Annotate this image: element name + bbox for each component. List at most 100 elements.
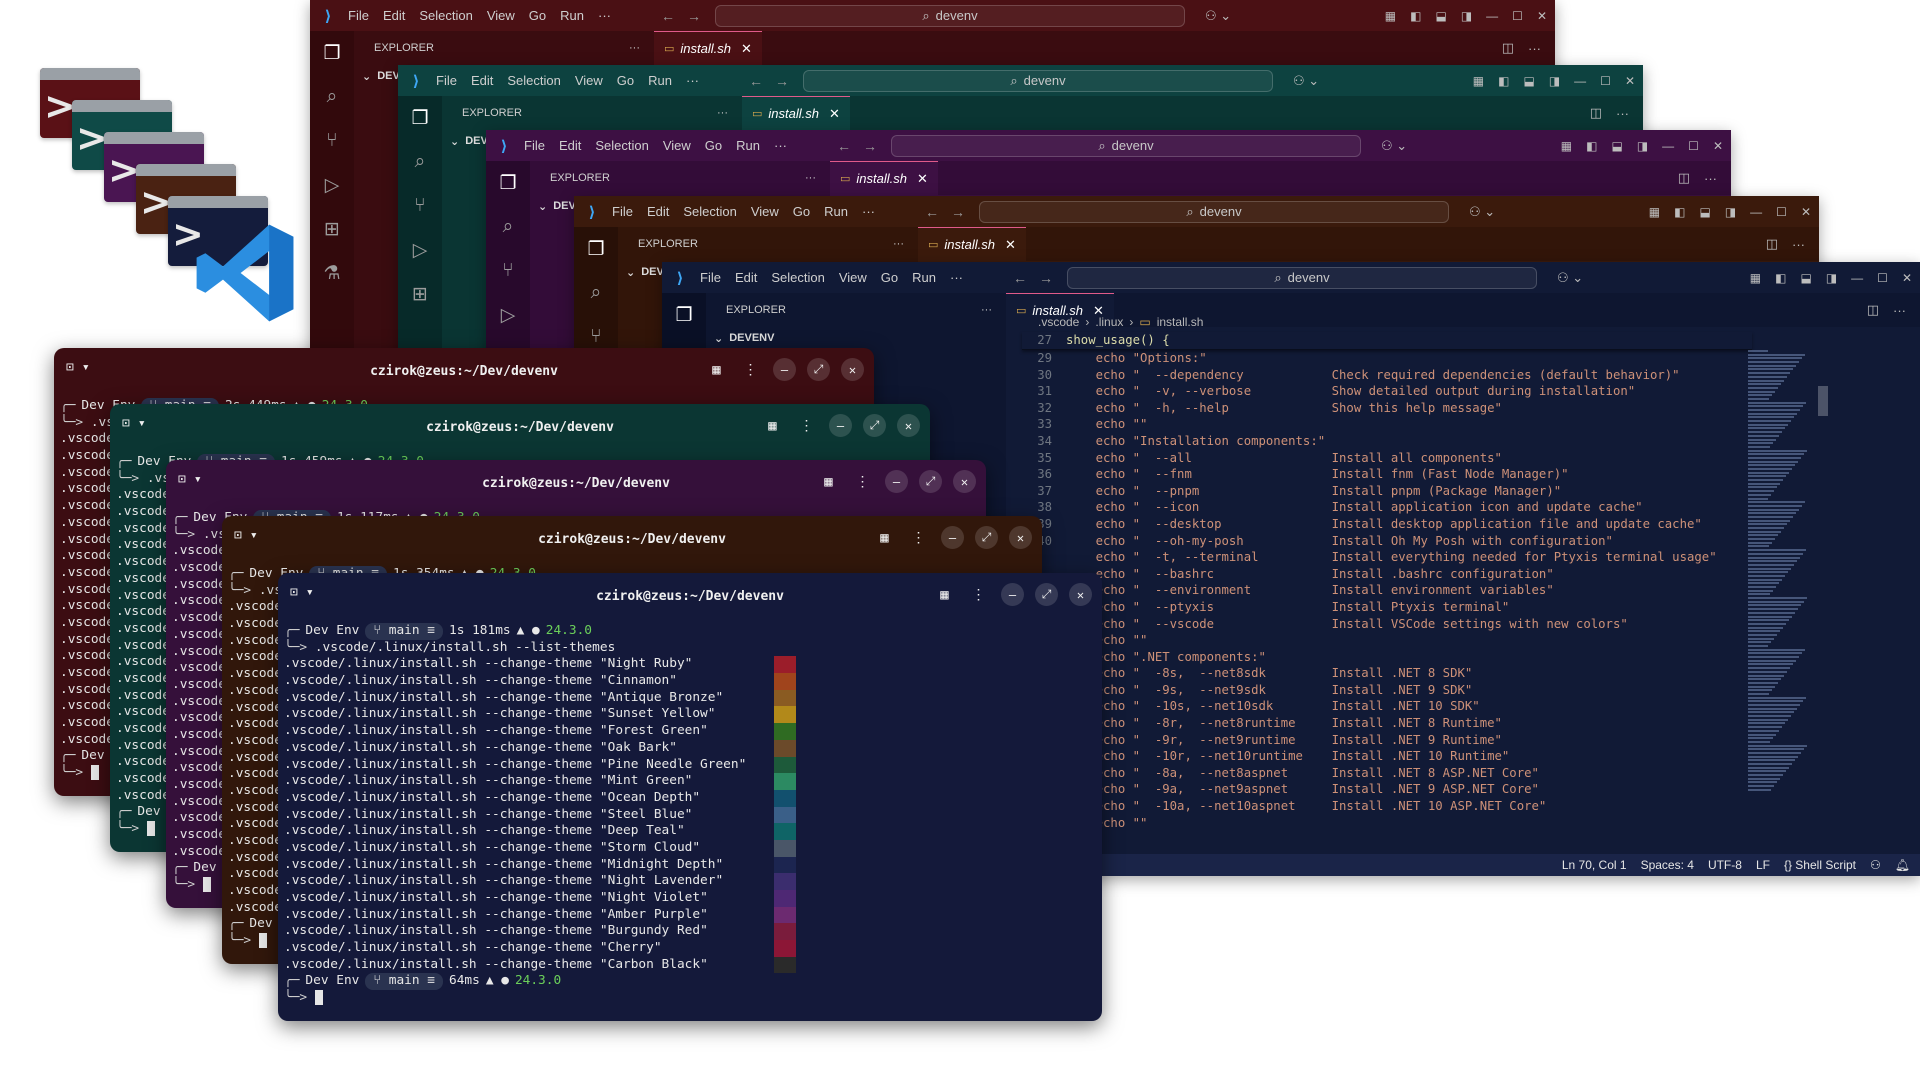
explorer-more-icon[interactable]: ··· [629,42,640,54]
forward-arrow-icon[interactable]: → [775,73,789,89]
close-icon[interactable]: ✕ [1625,74,1635,88]
split-editor-icon[interactable]: ◫ [1766,236,1778,252]
copilot-icon[interactable]: ⚇ ⌄ [1381,138,1407,154]
tab-close-icon[interactable]: ✕ [1005,237,1016,253]
close-icon[interactable]: ✕ [1801,205,1811,219]
menu-view[interactable]: View [575,73,603,88]
run-debug-icon[interactable]: ▷ [310,163,354,207]
menu-edit[interactable]: Edit [471,73,493,88]
menu-view[interactable]: View [839,270,867,285]
maximize-icon[interactable]: ⤢ [863,414,886,437]
command-center[interactable]: ⌕ devenv [1067,266,1537,289]
explorer-icon[interactable]: ❐ [486,161,530,205]
menu-run[interactable]: Run [912,270,936,285]
minimize-icon[interactable]: — [1851,271,1863,285]
back-arrow-icon[interactable]: ← [661,8,675,24]
tab-overview-icon[interactable]: ▦ [817,470,840,493]
explorer-more-icon[interactable]: ··· [981,304,992,316]
source-control-icon[interactable]: ⑂ [310,119,354,163]
menu-icon[interactable]: ⋮ [967,583,990,606]
layout-icon[interactable]: ▦ [1385,9,1396,23]
panel-toggle-icon[interactable]: ⬓ [1435,9,1446,23]
menu-run[interactable]: Run [736,138,760,153]
layout-icon[interactable]: ▦ [1473,74,1484,88]
back-arrow-icon[interactable]: ← [1013,270,1027,286]
explorer-root[interactable]: ⌄ DEVENV [706,327,1006,349]
source-control-icon[interactable]: ⑂ [398,184,442,228]
command-center[interactable]: ⌕ devenv [803,69,1273,92]
dropdown-chevron-icon[interactable]: ▾ [250,528,258,543]
editor-more-icon[interactable]: ··· [1616,106,1629,121]
menu-icon[interactable]: ⋮ [851,470,874,493]
menu-go[interactable]: Go [617,73,634,88]
minimize-icon[interactable]: — [773,358,796,381]
menu-go[interactable]: Go [705,138,722,153]
maximize-icon[interactable]: ☐ [1600,74,1611,88]
layout-icon[interactable]: ▦ [1561,139,1572,153]
split-editor-icon[interactable]: ◫ [1867,302,1879,318]
tab-install-sh[interactable]: ▭ install.sh ✕ [742,96,850,130]
menu-selection[interactable]: Selection [595,138,648,153]
close-icon[interactable]: ✕ [1713,139,1723,153]
explorer-icon[interactable]: ❐ [662,293,706,337]
menu-file[interactable]: File [348,8,369,23]
editor-more-icon[interactable]: ··· [1893,303,1906,318]
new-tab-icon[interactable]: ⊡ [290,585,298,600]
secondary-sidebar-icon[interactable]: ◨ [1461,9,1472,23]
menu-run[interactable]: Run [648,73,672,88]
search-icon[interactable]: ⌕ [398,140,442,184]
explorer-icon[interactable]: ❐ [310,31,354,75]
extensions-icon[interactable]: ⊞ [398,272,442,316]
source-control-icon[interactable]: ⑂ [486,249,530,293]
dropdown-chevron-icon[interactable]: ▾ [138,416,146,431]
split-editor-icon[interactable]: ◫ [1678,170,1690,186]
minimize-icon[interactable]: — [829,414,852,437]
tab-install-sh[interactable]: ▭ install.sh ✕ [830,161,938,195]
menu-view[interactable]: View [663,138,691,153]
tab-install-sh[interactable]: ▭ install.sh ✕ [654,31,762,65]
editor-scrollbar[interactable] [1818,350,1828,830]
tab-close-icon[interactable]: ✕ [741,41,752,57]
minimize-icon[interactable]: — [1574,74,1586,88]
copilot-icon[interactable]: ⚇ ⌄ [1293,73,1319,89]
menu-view[interactable]: View [487,8,515,23]
sticky-scroll[interactable]: 27 show_usage() { [1022,332,1752,350]
menu-icon[interactable]: ⋮ [907,526,930,549]
tab-overview-icon[interactable]: ▦ [705,358,728,381]
maximize-icon[interactable]: ⤢ [1035,583,1058,606]
breadcrumb-vscode[interactable]: .vscode [1038,315,1079,329]
code-editor[interactable]: .vscode › .linux › ▭ install.sh 27 show_usa… [1022,310,1842,855]
menu-file[interactable]: File [700,270,721,285]
menu-selection[interactable]: Selection [419,8,472,23]
new-tab-icon[interactable]: ⊡ [122,416,130,431]
panel-toggle-icon[interactable]: ⬓ [1523,74,1534,88]
new-tab-icon[interactable]: ⊡ [66,360,74,375]
tab-close-icon[interactable]: ✕ [917,171,928,187]
menu-file[interactable]: File [436,73,457,88]
menu-icon[interactable]: ⋮ [739,358,762,381]
search-icon[interactable]: ⌕ [486,205,530,249]
minimap[interactable] [1748,350,1808,830]
forward-arrow-icon[interactable]: → [951,204,965,220]
secondary-sidebar-icon[interactable]: ◨ [1549,74,1560,88]
copilot-icon[interactable]: ⚇ ⌄ [1557,270,1583,286]
menu-go[interactable]: Go [529,8,546,23]
panel-toggle-icon[interactable]: ⬓ [1611,139,1622,153]
menu-file[interactable]: File [612,204,633,219]
menu-edit[interactable]: Edit [383,8,405,23]
sidebar-toggle-icon[interactable]: ◧ [1775,271,1786,285]
secondary-sidebar-icon[interactable]: ◨ [1725,205,1736,219]
status-indentation[interactable]: Spaces: 4 [1641,858,1694,872]
dropdown-chevron-icon[interactable]: ▾ [82,360,90,375]
tab-overview-icon[interactable]: ▦ [873,526,896,549]
explorer-icon[interactable]: ❐ [574,227,618,271]
minimize-icon[interactable]: — [885,470,908,493]
menu-go[interactable]: Go [793,204,810,219]
maximize-icon[interactable]: ☐ [1776,205,1787,219]
maximize-icon[interactable]: ⤢ [975,526,998,549]
menu-icon[interactable]: ⋮ [795,414,818,437]
new-tab-icon[interactable]: ⊡ [178,472,186,487]
close-icon[interactable]: ✕ [953,470,976,493]
menu-file[interactable]: File [524,138,545,153]
status-language[interactable]: {} Shell Script [1784,858,1856,872]
